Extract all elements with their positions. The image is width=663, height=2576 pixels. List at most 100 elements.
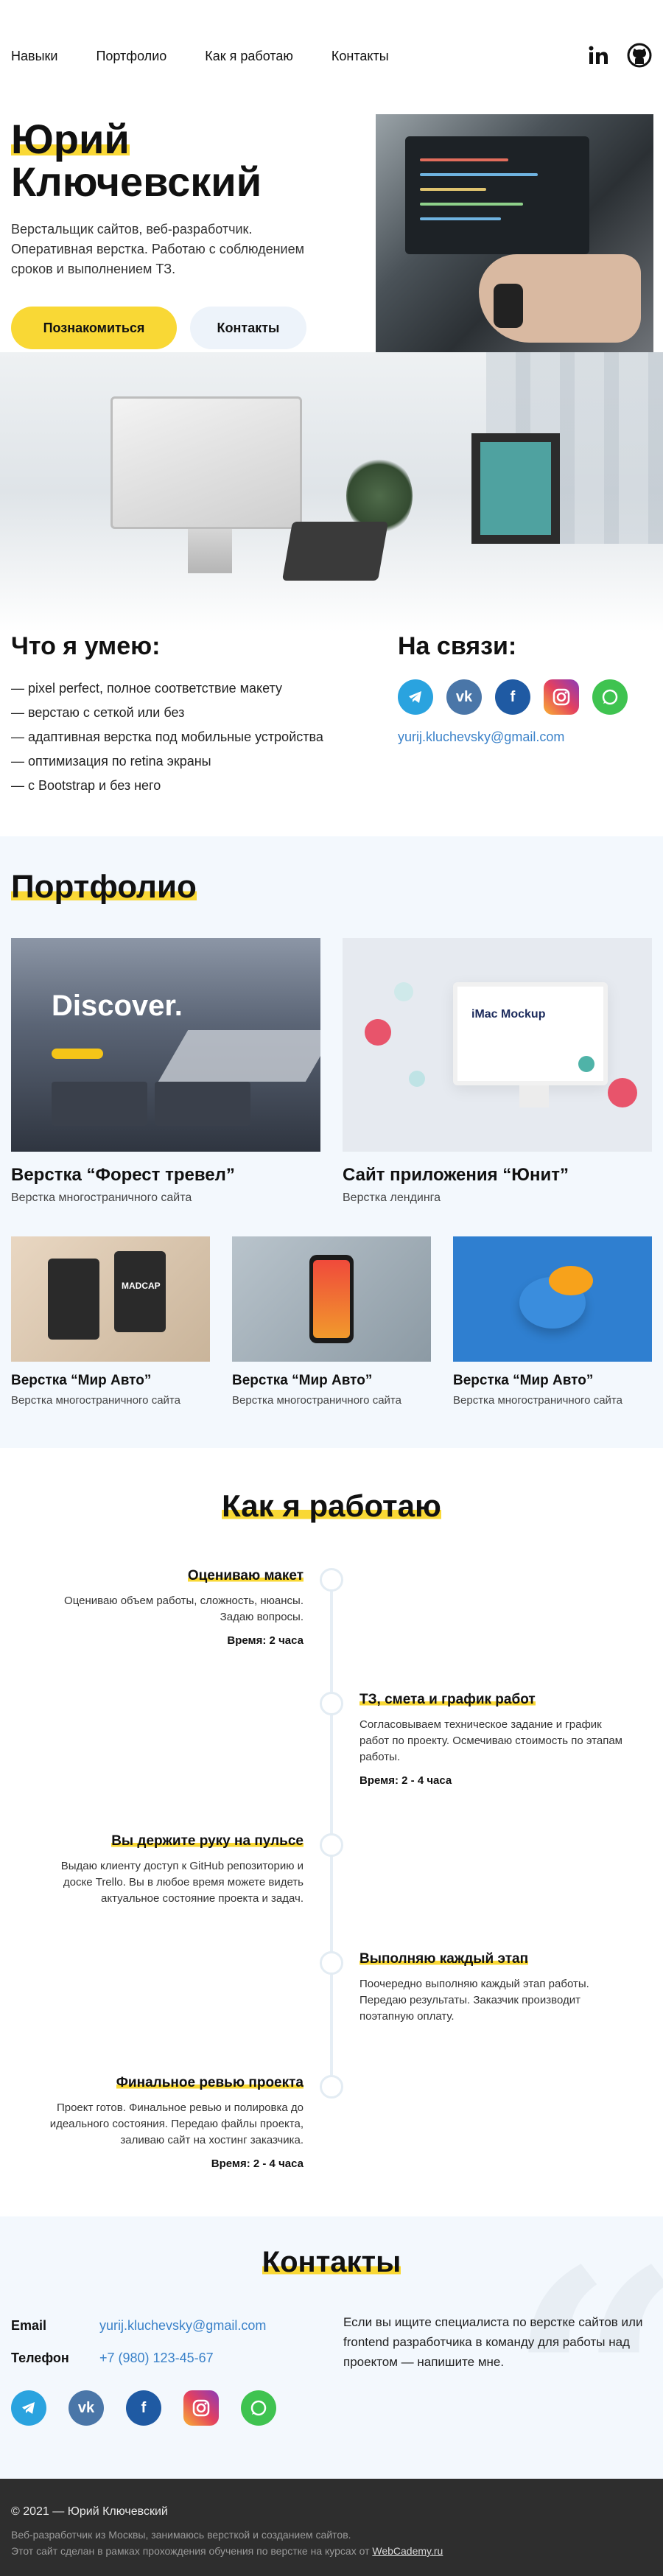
nav-link-portfolio[interactable]: Портфолио <box>96 49 166 64</box>
work-step-time: Время: 2 - 4 часа <box>211 2157 304 2170</box>
portfolio-card-subtitle: Верстка многостраничного сайта <box>453 1394 622 1407</box>
work-step: ТЗ, смета и график работ Согласовываем т… <box>359 1692 625 1787</box>
footer-copyright: © 2021 — Юрий Ключевский <box>11 2505 168 2518</box>
thumb-headline: Discover. <box>52 990 183 1022</box>
whatsapp-icon[interactable] <box>241 2390 276 2426</box>
portfolio-card[interactable]: iMac Mockup Сайт приложения “Юнит” Верст… <box>343 938 652 1211</box>
github-icon[interactable] <box>627 43 652 68</box>
portfolio-card-subtitle: Верстка многостраничного сайта <box>11 1191 192 1204</box>
skill-item: — оптимизация по retina экраны <box>11 754 211 769</box>
footer-credit-text: Этот сайт сделан в рамках прохождения об… <box>11 2545 373 2557</box>
skill-item: — pixel perfect, полное соответствие мак… <box>11 681 282 696</box>
hero-title: Юрий Ключевский <box>11 118 320 203</box>
facebook-icon[interactable]: f <box>495 679 530 715</box>
work-step-title: Выполняю каждый этап <box>359 1951 529 1967</box>
portfolio-section: Портфолио Discover. Верстка “Форест трев… <box>0 836 663 1448</box>
phone-label: Телефон <box>11 2351 69 2365</box>
email-label: Email <box>11 2318 47 2333</box>
work-step-text: Поочередно выполняю каждый этап работы. … <box>359 1978 589 2023</box>
portfolio-title-text: Портфолио <box>11 869 197 905</box>
footer-description: Веб-разработчик из Москвы, занимаюсь вер… <box>11 2529 351 2541</box>
watch-shape <box>494 284 523 328</box>
telegram-icon[interactable] <box>11 2390 46 2426</box>
portfolio-thumb-cups: MADCAP <box>11 1236 210 1362</box>
skills-list: — pixel perfect, полное соответствие мак… <box>11 676 323 798</box>
hero-description: Верстальщик сайтов, веб-разработчик. Опе… <box>11 222 304 276</box>
hero-title-last-name: Ключевский <box>11 158 262 205</box>
contacts-text: Если вы ищите специалиста по верстке сай… <box>343 2315 643 2369</box>
portfolio-card-subtitle: Верстка лендинга <box>343 1191 441 1204</box>
skill-item: — адаптивная верстка под мобильные устро… <box>11 729 323 744</box>
portfolio-thumb-orange <box>453 1236 652 1362</box>
thumb-headline: MADCAP <box>122 1281 161 1291</box>
thumb-headline: iMac Mockup <box>471 1008 546 1021</box>
portfolio-card-title: Верстка “Форест тревел” <box>11 1165 235 1185</box>
work-step-text: Оцениваю объем работы, сложность, нюансы… <box>64 1595 304 1623</box>
work-step-text: Выдаю клиенту доступ к GitHub репозитори… <box>60 1860 304 1905</box>
telegram-icon[interactable] <box>398 679 433 715</box>
email-link[interactable]: yurij.kluchevsky@gmail.com <box>398 729 564 745</box>
nav-social <box>586 43 652 68</box>
work-step-time: Время: 2 часа <box>227 1634 304 1647</box>
contacts-email-link[interactable]: yurij.kluchevsky@gmail.com <box>99 2318 266 2334</box>
work-step-text: Согласовываем техническое задание и граф… <box>359 1718 622 1763</box>
work-step-title: ТЗ, смета и график работ <box>359 1692 536 1707</box>
work-step-text: Проект готов. Финальное ревью и полировк… <box>49 2101 304 2146</box>
timeline-dot <box>320 1568 343 1592</box>
contacts-button[interactable]: Контакты <box>190 307 306 349</box>
nav-link-contacts[interactable]: Контакты <box>332 49 389 64</box>
linkedin-icon[interactable] <box>586 43 611 68</box>
contact-block-title: На связи: <box>398 632 517 660</box>
portfolio-title: Портфолио <box>11 869 197 906</box>
timeline-dot <box>320 1833 343 1857</box>
portfolio-card[interactable]: Discover. Верстка “Форест тревел” Верстк… <box>11 938 320 1211</box>
skills-title: Что я умею: <box>11 632 161 660</box>
skill-item: — с Bootstrap и без него <box>11 778 161 793</box>
meet-button[interactable]: Познакомиться <box>11 307 177 349</box>
skill-item: — верстаю с сеткой или без <box>11 705 185 720</box>
imac-shape <box>110 396 302 529</box>
portfolio-thumb-forest: Discover. <box>11 938 320 1152</box>
vk-icon[interactable]: vk <box>446 679 482 715</box>
portfolio-card-title: Сайт приложения “Юнит” <box>343 1165 569 1185</box>
social-row-bottom: vk f <box>11 2390 276 2426</box>
nav-links: Навыки Портфолио Как я работаю Контакты <box>11 49 427 64</box>
hero-title-first-name: Юрий <box>11 116 130 162</box>
picture-frame <box>471 433 560 544</box>
portfolio-card-subtitle: Верстка многостраничного сайта <box>11 1394 180 1407</box>
contacts-phone-link[interactable]: +7 (980) 123-45-67 <box>99 2351 214 2366</box>
portfolio-card-title: Верстка “Мир Авто” <box>453 1373 594 1388</box>
timeline-dot <box>320 1951 343 1975</box>
webcademy-link[interactable]: WebCademy.ru <box>372 2545 443 2557</box>
how-title-text: Как я работаю <box>222 1488 441 1523</box>
whatsapp-icon[interactable] <box>592 679 628 715</box>
instagram-icon[interactable] <box>183 2390 219 2426</box>
contacts-title: Контакты <box>0 2246 663 2279</box>
hero-photo-laptop <box>376 114 653 354</box>
work-step-title: Финальное ревью проекта <box>116 2075 304 2090</box>
timeline-dot <box>320 1692 343 1715</box>
instagram-icon[interactable] <box>544 679 579 715</box>
contacts-section: “ Контакты Email yurij.kluchevsky@gmail.… <box>0 2216 663 2479</box>
portfolio-card[interactable]: Верстка “Мир Авто” Верстка многостраничн… <box>453 1236 652 1413</box>
laptop-screen <box>405 136 589 254</box>
vk-icon[interactable]: vk <box>69 2390 104 2426</box>
work-step: Выполняю каждый этап Поочередно выполняю… <box>359 1951 625 2025</box>
portfolio-card-title: Верстка “Мир Авто” <box>232 1373 373 1388</box>
nav-link-how[interactable]: Как я работаю <box>205 49 293 64</box>
workspace-photo <box>0 352 663 632</box>
work-step: Финальное ревью проекта Проект готов. Фи… <box>38 2075 304 2170</box>
nav-link-skills[interactable]: Навыки <box>11 49 57 64</box>
portfolio-card[interactable]: Верстка “Мир Авто” Верстка многостраничн… <box>232 1236 431 1413</box>
portfolio-card[interactable]: MADCAP Верстка “Мир Авто” Верстка многос… <box>11 1236 210 1413</box>
portfolio-thumb-phone <box>232 1236 431 1362</box>
work-step-time: Время: 2 - 4 часа <box>359 1774 452 1787</box>
portfolio-card-title: Верстка “Мир Авто” <box>11 1373 152 1388</box>
work-step-title: Вы держите руку на пульсе <box>111 1833 304 1849</box>
facebook-icon[interactable]: f <box>126 2390 161 2426</box>
work-step: Вы держите руку на пульсе Выдаю клиенту … <box>38 1833 304 1907</box>
portfolio-thumb-unit: iMac Mockup <box>343 938 652 1152</box>
work-step-title: Оцениваю макет <box>187 1568 304 1583</box>
top-nav: Навыки Портфолио Как я работаю Контакты <box>0 0 663 114</box>
footer-credit: Этот сайт сделан в рамках прохождения об… <box>11 2545 443 2557</box>
